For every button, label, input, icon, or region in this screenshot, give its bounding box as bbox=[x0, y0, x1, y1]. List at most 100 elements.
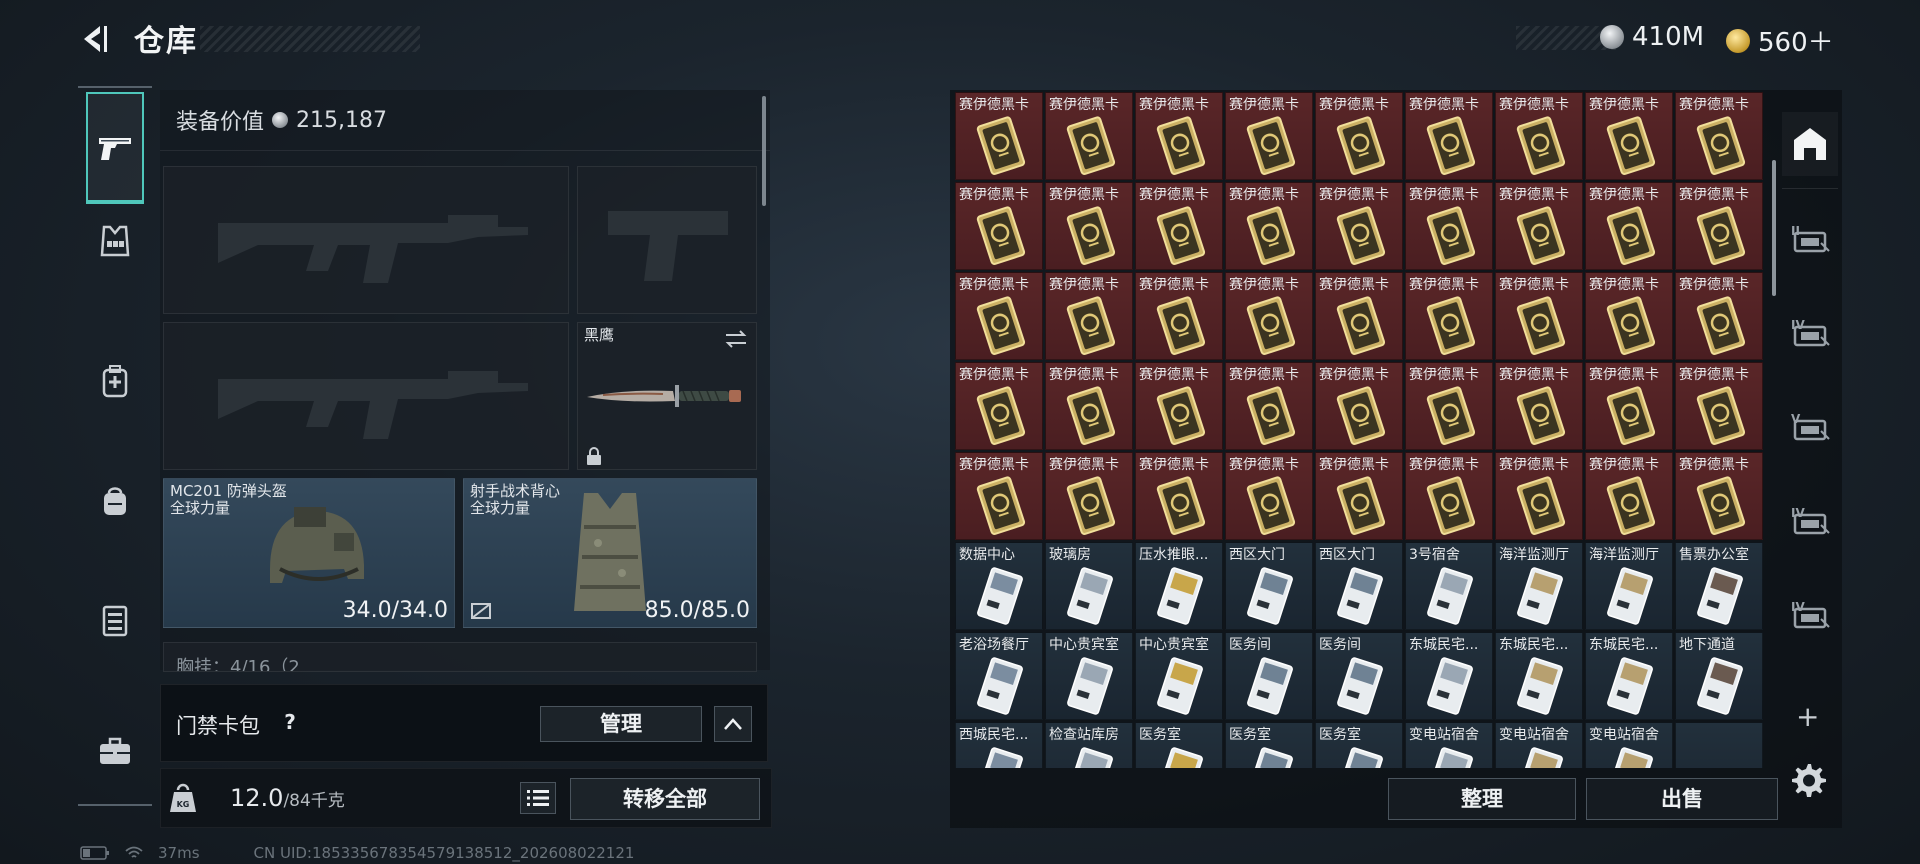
add-storage-button[interactable]: + bbox=[1796, 700, 1819, 733]
black-card-item[interactable]: 赛伊德黑卡 bbox=[1045, 92, 1133, 180]
black-card-item[interactable]: 赛伊德黑卡 bbox=[1675, 182, 1763, 270]
vest-slot[interactable]: 射手战术背心 全球力量 85.0/85.0 bbox=[463, 478, 757, 628]
help-icon[interactable]: ? bbox=[278, 710, 302, 734]
black-card-item[interactable]: 赛伊德黑卡 bbox=[1495, 182, 1583, 270]
black-card-item[interactable]: 赛伊德黑卡 bbox=[1225, 182, 1313, 270]
equipment-scrollbar[interactable] bbox=[762, 96, 766, 206]
black-card-item[interactable]: 赛伊德黑卡 bbox=[1135, 182, 1223, 270]
access-card-item[interactable]: 检查站库房 bbox=[1045, 722, 1133, 768]
access-card-item[interactable]: 售票办公室 bbox=[1675, 542, 1763, 630]
list-view-button[interactable] bbox=[520, 782, 556, 814]
medical-tab[interactable] bbox=[86, 352, 144, 410]
access-card-item[interactable] bbox=[1675, 722, 1763, 768]
tab-storage-6[interactable]: IV bbox=[1782, 582, 1838, 646]
access-card-item[interactable]: 数据中心 bbox=[955, 542, 1043, 630]
weapons-tab[interactable] bbox=[86, 92, 144, 204]
black-card-item[interactable]: 赛伊德黑卡 bbox=[955, 362, 1043, 450]
access-card-item[interactable]: 玻璃房 bbox=[1045, 542, 1133, 630]
black-card-item[interactable]: 赛伊德黑卡 bbox=[1495, 452, 1583, 540]
black-card-item[interactable]: 赛伊德黑卡 bbox=[1315, 452, 1403, 540]
black-card-item[interactable]: 赛伊德黑卡 bbox=[1585, 92, 1673, 180]
access-card-item[interactable]: 变电站宿舍 bbox=[1585, 722, 1673, 768]
black-card-item[interactable]: 赛伊德黑卡 bbox=[1585, 272, 1673, 360]
black-card-item[interactable]: 赛伊德黑卡 bbox=[1045, 272, 1133, 360]
access-card-item[interactable]: 压水推眼... bbox=[1135, 542, 1223, 630]
access-card-item[interactable]: 西城民宅... bbox=[955, 722, 1043, 768]
access-card-item[interactable]: 地下通道 bbox=[1675, 632, 1763, 720]
black-card-item[interactable]: 赛伊德黑卡 bbox=[1675, 272, 1763, 360]
black-card-item[interactable]: 赛伊德黑卡 bbox=[1405, 362, 1493, 450]
tab-storage-3[interactable]: IV bbox=[1782, 300, 1838, 364]
black-card-item[interactable]: 赛伊德黑卡 bbox=[1315, 182, 1403, 270]
black-card-item[interactable]: 赛伊德黑卡 bbox=[1405, 182, 1493, 270]
melee-slot[interactable]: 黑鹰 bbox=[577, 322, 757, 470]
swap-icon[interactable] bbox=[724, 329, 748, 349]
black-card-item[interactable]: 赛伊德黑卡 bbox=[1585, 362, 1673, 450]
black-card-item[interactable]: 赛伊德黑卡 bbox=[955, 92, 1043, 180]
collapse-button[interactable] bbox=[714, 706, 752, 742]
black-card-item[interactable]: 赛伊德黑卡 bbox=[1225, 362, 1313, 450]
helmet-slot[interactable]: MC201 防弹头盔 全球力量 34.0/34.0 bbox=[163, 478, 455, 628]
black-card-item[interactable]: 赛伊德黑卡 bbox=[1225, 452, 1313, 540]
black-card-item[interactable]: 赛伊德黑卡 bbox=[1405, 272, 1493, 360]
access-card-item[interactable]: 中心贵宾室 bbox=[1045, 632, 1133, 720]
black-card-item[interactable]: 赛伊德黑卡 bbox=[1135, 362, 1223, 450]
access-card-item[interactable]: 东城民宅... bbox=[1495, 632, 1583, 720]
tab-storage-4[interactable]: V bbox=[1782, 394, 1838, 458]
black-card-item[interactable]: 赛伊德黑卡 bbox=[1675, 92, 1763, 180]
black-card-item[interactable]: 赛伊德黑卡 bbox=[1495, 362, 1583, 450]
tab-storage-main[interactable] bbox=[1782, 112, 1838, 176]
access-card-item[interactable]: 老浴场餐厅 bbox=[955, 632, 1043, 720]
black-card-item[interactable]: 赛伊德黑卡 bbox=[1675, 362, 1763, 450]
black-card-item[interactable]: 赛伊德黑卡 bbox=[1315, 362, 1403, 450]
access-card-item[interactable]: 3号宿舍 bbox=[1405, 542, 1493, 630]
transfer-all-button[interactable]: 转移全部 bbox=[570, 778, 760, 820]
black-card-item[interactable]: 赛伊德黑卡 bbox=[1225, 92, 1313, 180]
back-icon[interactable] bbox=[78, 22, 112, 56]
primary-weapon-slot-2[interactable] bbox=[163, 322, 569, 470]
access-card-item[interactable]: 东城民宅... bbox=[1405, 632, 1493, 720]
backpack-tab[interactable] bbox=[86, 472, 144, 530]
black-card-item[interactable]: 赛伊德黑卡 bbox=[1585, 182, 1673, 270]
black-card-item[interactable]: 赛伊德黑卡 bbox=[1495, 92, 1583, 180]
tab-storage-2[interactable]: II bbox=[1782, 206, 1838, 270]
access-card-item[interactable]: 变电站宿舍 bbox=[1495, 722, 1583, 768]
container-tab[interactable] bbox=[86, 592, 144, 650]
black-card-item[interactable]: 赛伊德黑卡 bbox=[1585, 452, 1673, 540]
gold-currency[interactable]: 560＋ bbox=[1726, 22, 1834, 59]
black-card-item[interactable]: 赛伊德黑卡 bbox=[1135, 272, 1223, 360]
access-card-item[interactable]: 海洋监测厅 bbox=[1495, 542, 1583, 630]
black-card-item[interactable]: 赛伊德黑卡 bbox=[955, 272, 1043, 360]
black-card-item[interactable]: 赛伊德黑卡 bbox=[1405, 452, 1493, 540]
access-card-item[interactable]: 东城民宅... bbox=[1585, 632, 1673, 720]
access-card-item[interactable]: 西区大门 bbox=[1315, 542, 1403, 630]
sort-button[interactable]: 整理 bbox=[1388, 778, 1576, 820]
black-card-item[interactable]: 赛伊德黑卡 bbox=[1315, 272, 1403, 360]
black-card-item[interactable]: 赛伊德黑卡 bbox=[955, 182, 1043, 270]
tab-storage-5[interactable]: IV bbox=[1782, 488, 1838, 552]
access-card-item[interactable]: 医务室 bbox=[1225, 722, 1313, 768]
access-card-item[interactable]: 医务间 bbox=[1225, 632, 1313, 720]
access-card-item[interactable]: 海洋监测厅 bbox=[1585, 542, 1673, 630]
black-card-item[interactable]: 赛伊德黑卡 bbox=[1045, 182, 1133, 270]
secondary-weapon-slot[interactable] bbox=[577, 166, 757, 314]
black-card-item[interactable]: 赛伊德黑卡 bbox=[1225, 272, 1313, 360]
access-card-item[interactable]: 医务室 bbox=[1135, 722, 1223, 768]
access-card-item[interactable]: 医务室 bbox=[1315, 722, 1403, 768]
access-card-item[interactable]: 变电站宿舍 bbox=[1405, 722, 1493, 768]
black-card-item[interactable]: 赛伊德黑卡 bbox=[1405, 92, 1493, 180]
access-card-item[interactable]: 西区大门 bbox=[1225, 542, 1313, 630]
black-card-item[interactable]: 赛伊德黑卡 bbox=[1045, 362, 1133, 450]
black-card-item[interactable]: 赛伊德黑卡 bbox=[1045, 452, 1133, 540]
access-card-item[interactable]: 医务间 bbox=[1315, 632, 1403, 720]
storage-scrollbar[interactable] bbox=[1772, 160, 1776, 296]
case-tab[interactable] bbox=[86, 722, 144, 780]
gear-icon[interactable] bbox=[1788, 760, 1828, 800]
manage-button[interactable]: 管理 bbox=[540, 706, 702, 742]
black-card-item[interactable]: 赛伊德黑卡 bbox=[1135, 92, 1223, 180]
black-card-item[interactable]: 赛伊德黑卡 bbox=[955, 452, 1043, 540]
chest-rig-slot[interactable]: 胸挂：4/16（2 bbox=[163, 642, 757, 672]
black-card-item[interactable]: 赛伊德黑卡 bbox=[1495, 272, 1583, 360]
black-card-item[interactable]: 赛伊德黑卡 bbox=[1315, 92, 1403, 180]
access-card-item[interactable]: 中心贵宾室 bbox=[1135, 632, 1223, 720]
